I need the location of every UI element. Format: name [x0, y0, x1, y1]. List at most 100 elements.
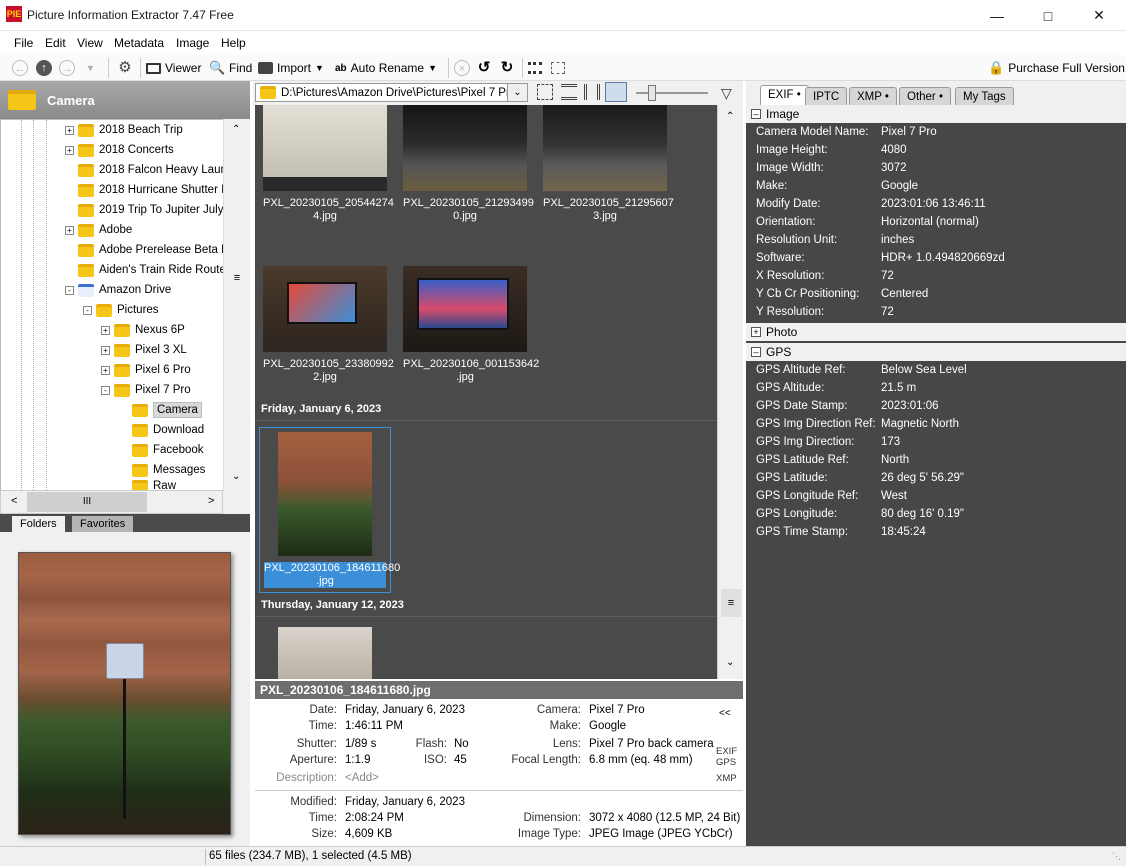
thumbnail-selected[interactable]: PXL_20230106_184611680 .jpg: [259, 427, 400, 593]
scroll-thumb[interactable]: ≡: [721, 589, 741, 617]
metadata-value[interactable]: Google: [881, 180, 918, 192]
tree-item[interactable]: +2018 Concerts: [65, 140, 174, 160]
tab-other[interactable]: Other •: [899, 87, 951, 105]
menu-help[interactable]: Help: [221, 36, 246, 50]
metadata-value[interactable]: Horizontal (normal): [881, 216, 979, 228]
tab-iptc[interactable]: IPTC: [805, 87, 848, 105]
maximize-button[interactable]: □: [1026, 0, 1070, 31]
expand-toggle[interactable]: +: [101, 325, 110, 335]
metadata-value[interactable]: 21.5 m: [881, 382, 916, 394]
tree-item[interactable]: Download: [132, 420, 204, 440]
scroll-down-icon[interactable]: ⌄: [232, 471, 240, 482]
photo-section-header[interactable]: + Photo: [746, 323, 1126, 341]
up-button[interactable]: ↑: [36, 59, 52, 77]
metadata-value[interactable]: HDR+ 1.0.494820669zd: [881, 252, 1005, 264]
metadata-value[interactable]: 2023:01:06 13:46:11: [881, 198, 986, 210]
tree-item[interactable]: - Pictures: [83, 300, 159, 320]
tree-item-selected[interactable]: Camera: [132, 400, 202, 420]
tree-item[interactable]: + Pixel 3 XL: [101, 340, 187, 360]
scroll-right-icon[interactable]: >: [208, 495, 214, 507]
tree-item[interactable]: Facebook: [132, 440, 204, 460]
import-button[interactable]: Import ▼: [258, 59, 324, 77]
scroll-up-icon[interactable]: ⌃: [232, 124, 240, 135]
history-dropdown[interactable]: ▼: [86, 59, 95, 77]
collapse-icon[interactable]: –: [751, 109, 761, 119]
metadata-value[interactable]: Pixel 7 Pro: [881, 126, 937, 138]
tree-item[interactable]: 2018 Hurricane Shutter In: [78, 180, 231, 200]
metadata-value[interactable]: 26 deg 5' 56.29": [881, 472, 964, 484]
collapse-icon[interactable]: –: [751, 347, 761, 357]
tree-item[interactable]: + Pixel 6 Pro: [101, 360, 191, 380]
tab-xmp[interactable]: XMP •: [849, 87, 897, 105]
metadata-value[interactable]: 173: [881, 436, 900, 448]
path-combobox[interactable]: D:\Pictures\Amazon Drive\Pictures\Pixel …: [255, 83, 528, 102]
tree-item[interactable]: 2019 Trip To Jupiter July 2: [78, 200, 233, 220]
details-view-icon[interactable]: [584, 84, 600, 100]
film-strip-button[interactable]: [528, 59, 542, 77]
menu-image[interactable]: Image: [176, 36, 209, 50]
settings-button[interactable]: ⚙: [117, 59, 133, 77]
metadata-value[interactable]: Centered: [881, 288, 928, 300]
tree-item[interactable]: Raw: [132, 480, 176, 490]
menu-file[interactable]: File: [14, 36, 33, 50]
expand-toggle[interactable]: -: [101, 385, 110, 395]
tab-folders[interactable]: Folders: [12, 516, 65, 532]
back-button[interactable]: ←: [12, 59, 28, 77]
tree-item[interactable]: Adobe Prerelease Beta F: [78, 240, 228, 260]
grid-toggle-button[interactable]: [551, 59, 565, 77]
tree-item[interactable]: 2018 Falcon Heavy Launc: [78, 160, 233, 180]
metadata-value[interactable]: 3072: [881, 162, 907, 174]
tab-exif[interactable]: EXIF •: [760, 85, 809, 105]
expand-icon[interactable]: +: [751, 327, 761, 337]
metadata-value[interactable]: Magnetic North: [881, 418, 959, 430]
menu-view[interactable]: View: [77, 36, 103, 50]
purchase-button[interactable]: 🔒 Purchase Full Version: [988, 59, 1125, 77]
tree-item[interactable]: + Nexus 6P: [101, 320, 185, 340]
close-button[interactable]: ✕: [1077, 0, 1121, 31]
metadata-value[interactable]: 72: [881, 306, 894, 318]
scroll-down-icon[interactable]: ⌄: [726, 657, 734, 668]
metadata-value[interactable]: 80 deg 16' 0.19": [881, 508, 964, 520]
filter-icon[interactable]: ▽: [721, 85, 732, 102]
collapse-button[interactable]: <<: [719, 708, 731, 719]
tree-item[interactable]: + Adobe: [65, 220, 132, 240]
list-view-icon[interactable]: [561, 84, 577, 100]
metadata-value[interactable]: 18:45:24: [881, 526, 926, 538]
auto-rename-button[interactable]: ab Auto Rename ▼: [335, 59, 437, 77]
thumbnail[interactable]: PXL_20230105_20544274 4.jpg: [263, 105, 394, 223]
scroll-thumb[interactable]: ≡: [227, 263, 247, 293]
grid-view-icon[interactable]: [605, 82, 627, 102]
xmp-link[interactable]: XMP: [716, 773, 737, 784]
tree-vertical-scrollbar[interactable]: ⌃ ≡ ⌄: [223, 119, 250, 491]
metadata-value[interactable]: West: [881, 490, 907, 502]
expand-toggle[interactable]: +: [65, 125, 74, 135]
tab-my-tags[interactable]: My Tags: [955, 87, 1014, 105]
metadata-value[interactable]: North: [881, 454, 909, 466]
grid-vertical-scrollbar[interactable]: ⌃ ≡ ⌄: [717, 105, 743, 679]
thumbnail[interactable]: PXL_20230105_23380992 2.jpg: [263, 266, 394, 384]
thumbnails-view-icon[interactable]: [537, 84, 553, 100]
tree-item[interactable]: - Amazon Drive: [65, 280, 171, 300]
image-section-header[interactable]: – Image: [746, 105, 1126, 123]
expand-toggle[interactable]: +: [101, 365, 110, 375]
thumbnail[interactable]: PXL_20230106_001153642 .jpg: [403, 266, 539, 384]
viewer-button[interactable]: Viewer: [146, 59, 201, 77]
scroll-up-icon[interactable]: ⌃: [726, 111, 734, 122]
thumbnail-partial[interactable]: [278, 627, 372, 679]
expand-toggle[interactable]: +: [65, 145, 74, 155]
metadata-value[interactable]: 2023:01:06: [881, 400, 939, 412]
thumbnail[interactable]: PXL_20230105_21295607 3.jpg: [543, 105, 674, 223]
tree-item[interactable]: - Pixel 7 Pro: [101, 380, 191, 400]
rotate-left-button[interactable]: ↺: [476, 59, 492, 77]
resize-grip-icon[interactable]: ⋱: [1112, 851, 1121, 862]
metadata-value[interactable]: inches: [881, 234, 914, 246]
tree-horizontal-scrollbar[interactable]: < III >: [0, 490, 223, 514]
find-button[interactable]: 🔍 Find: [209, 59, 252, 77]
metadata-value[interactable]: 72: [881, 270, 894, 282]
expand-toggle[interactable]: +: [101, 345, 110, 355]
menu-metadata[interactable]: Metadata: [114, 36, 164, 50]
exif-link[interactable]: EXIF: [716, 746, 737, 757]
scroll-left-icon[interactable]: <: [11, 495, 17, 507]
zoom-slider[interactable]: [636, 85, 708, 101]
chevron-down-icon[interactable]: ⌄: [507, 84, 527, 101]
